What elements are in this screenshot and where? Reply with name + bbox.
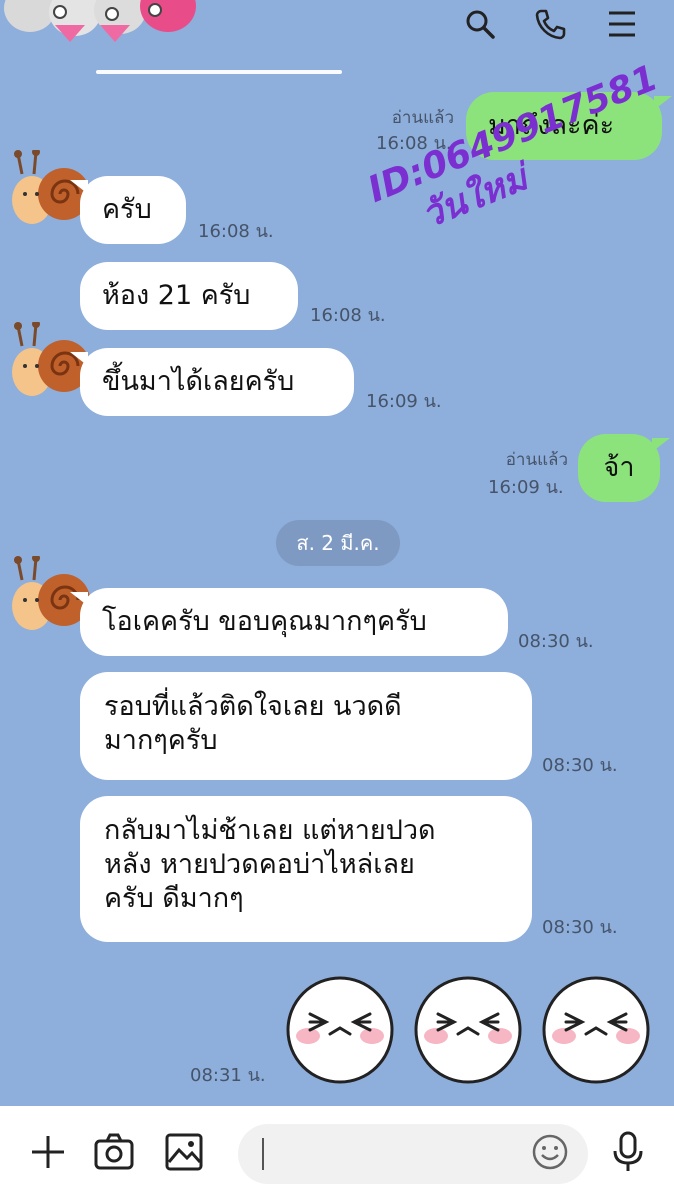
message-bubble-incoming[interactable]: โอเคครับ ขอบคุณมากๆครับ — [70, 588, 508, 656]
message-input-bar — [0, 1106, 674, 1200]
message-time: 08:30 น. — [518, 631, 594, 652]
image-icon[interactable] — [160, 1128, 208, 1176]
message-bubble-incoming[interactable]: ครับ — [70, 176, 186, 244]
message-time: 16:09 น. — [488, 477, 564, 498]
microphone-icon[interactable] — [604, 1128, 652, 1176]
message-text-line: หลัง หายปวดคอบ่าไหล่เลย — [104, 849, 415, 880]
message-bubble-outgoing[interactable]: จ้า — [578, 434, 670, 502]
search-icon[interactable] — [462, 6, 498, 42]
message-text-line: รอบที่แล้วติดใจเลย นวดดี — [104, 691, 402, 722]
message-bubble-incoming[interactable]: กลับมาไม่ช้าเลย แต่หายปวด หลัง หายปวดคอบ… — [80, 796, 532, 942]
read-receipt: อ่านแล้ว — [505, 450, 568, 470]
message-text-line: มากๆครับ — [104, 725, 218, 756]
read-receipt: อ่านแล้ว — [391, 108, 454, 128]
laughing-face-sticker[interactable] — [284, 974, 396, 1086]
message-text-line: กลับมาไม่ช้าเลย แต่หายปวด — [104, 815, 436, 846]
phone-icon[interactable] — [532, 6, 568, 42]
message-text: จ้า — [603, 452, 635, 483]
laughing-face-sticker[interactable] — [540, 974, 652, 1086]
message-text: ครับ — [102, 194, 152, 225]
message-bubble-incoming[interactable]: ห้อง 21 ครับ — [80, 262, 298, 330]
menu-icon[interactable] — [604, 6, 640, 42]
message-time: 08:30 น. — [542, 917, 618, 938]
message-time: 16:08 น. — [198, 221, 274, 242]
message-text: ห้อง 21 ครับ — [102, 280, 251, 311]
laughing-face-sticker[interactable] — [412, 974, 524, 1086]
message-time: 08:30 น. — [542, 755, 618, 776]
watermark-text: ID:0649917581 วันใหม่ — [362, 57, 664, 237]
group-avatar-stickers — [4, 0, 196, 42]
message-text-line: ครับ ดีมากๆ — [104, 883, 244, 914]
chat-header — [0, 0, 674, 60]
plus-icon[interactable] — [24, 1128, 72, 1176]
message-bubble-incoming[interactable]: ขึ้นมาได้เลยครับ — [70, 348, 354, 416]
date-separator: ส. 2 มี.ค. — [276, 520, 400, 566]
camera-icon[interactable] — [90, 1128, 138, 1176]
message-time: 16:09 น. — [366, 391, 442, 412]
message-time: 08:31 น. — [190, 1065, 266, 1086]
message-text: ขึ้นมาได้เลยครับ — [102, 366, 295, 397]
chat-divider — [96, 70, 342, 74]
message-time: 16:08 น. — [310, 305, 386, 326]
text-cursor — [262, 1138, 264, 1170]
message-bubble-incoming[interactable]: รอบที่แล้วติดใจเลย นวดดี มากๆครับ — [80, 672, 532, 780]
emoji-icon[interactable] — [526, 1128, 574, 1176]
message-text: โอเคครับ ขอบคุณมากๆครับ — [102, 606, 427, 637]
